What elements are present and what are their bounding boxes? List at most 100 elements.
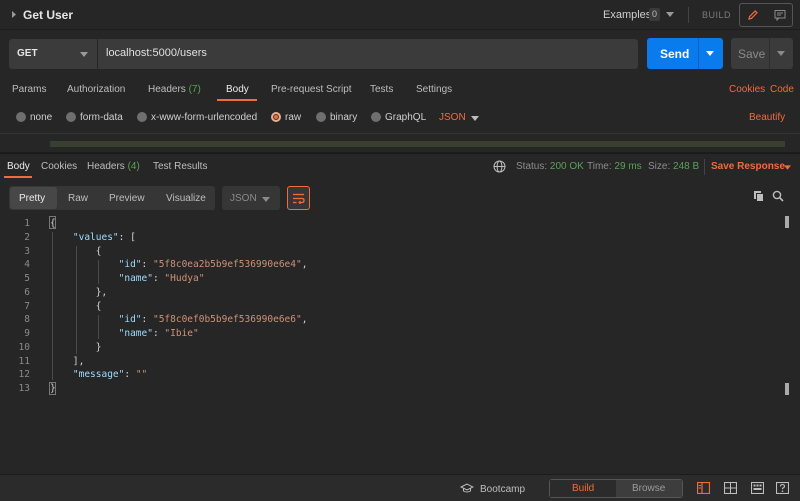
code-line: 9 "name": "Ibie" [0, 327, 790, 341]
json-punctuation [50, 314, 119, 325]
radio-x-www-form-urlencoded-label[interactable]: x-www-form-urlencoded [151, 112, 257, 123]
chevron-down-icon[interactable] [666, 12, 674, 17]
tab-headers[interactable]: Headers (7) [148, 84, 201, 95]
wrap-lines-icon [292, 193, 305, 204]
response-tab-headers-label: Headers [87, 161, 125, 172]
tab-headers-count: (7) [188, 84, 201, 95]
json-punctuation [50, 232, 73, 243]
tab-authorization[interactable]: Authorization [67, 84, 125, 95]
save-response-button[interactable]: Save Response [711, 161, 785, 172]
radio-x-www-form-urlencoded[interactable] [137, 112, 147, 122]
copy-icon[interactable] [753, 190, 765, 203]
divider [704, 159, 705, 175]
keyboard-icon[interactable] [751, 482, 764, 494]
chevron-down-icon [80, 52, 88, 57]
time-label: Time: [587, 161, 612, 172]
radio-graphql-label[interactable]: GraphQL [385, 112, 426, 123]
tab-params[interactable]: Params [12, 84, 46, 95]
response-tab-headers[interactable]: Headers (4) [87, 161, 140, 172]
json-string: "5f8c0ea2b5b9ef536990e6e4" [152, 259, 302, 271]
json-punctuation: : [152, 273, 165, 284]
tab-headers-label: Headers [148, 84, 186, 95]
code-line: 1{ [0, 217, 790, 231]
examples-dropdown[interactable]: Examples [603, 9, 651, 21]
two-pane-layout-icon[interactable] [697, 482, 710, 494]
status-label: Status: [516, 161, 548, 172]
radio-none[interactable] [16, 112, 26, 122]
json-string: "5f8c0ef0b5b9ef536990e6e6" [152, 314, 302, 326]
chevron-down-icon [262, 197, 270, 202]
time-meta: Time: 29 ms [587, 161, 642, 172]
help-icon[interactable] [776, 482, 789, 494]
bootcamp-link[interactable]: Bootcamp [480, 484, 525, 495]
code-line: 4 "id": "5f8c0ea2b5b9ef536990e6e4", [0, 258, 790, 272]
response-tab-cookies[interactable]: Cookies [41, 161, 77, 172]
json-punctuation: , [301, 259, 308, 271]
line-number: 7 [24, 300, 30, 312]
json-punctuation: : [141, 259, 153, 271]
code-text: } [50, 383, 56, 394]
edit-button[interactable] [740, 4, 766, 26]
radio-form-data[interactable] [66, 112, 76, 122]
search-icon[interactable] [772, 190, 784, 202]
url-value: localhost:5000/users [106, 47, 207, 59]
radio-graphql[interactable] [371, 112, 381, 122]
status-value[interactable]: 200 OK [550, 161, 584, 172]
scrollbar-thumb[interactable] [785, 383, 789, 395]
radio-form-data-label[interactable]: form-data [80, 112, 123, 123]
response-tab-body[interactable]: Body [7, 161, 30, 172]
view-raw-button[interactable]: Raw [68, 193, 88, 204]
radio-binary-label[interactable]: binary [330, 112, 357, 123]
collapse-caret-icon[interactable] [11, 10, 17, 19]
radio-raw-label[interactable]: raw [285, 112, 301, 123]
beautify-link[interactable]: Beautify [749, 112, 785, 123]
json-punctuation [50, 369, 73, 380]
tab-settings[interactable]: Settings [416, 84, 452, 95]
tab-tests[interactable]: Tests [370, 84, 393, 95]
radio-raw[interactable] [271, 112, 281, 122]
chevron-down-icon[interactable] [471, 116, 479, 121]
code-line: 5 "name": "Hudya" [0, 272, 790, 286]
request-body-scroll-track[interactable] [50, 141, 785, 147]
comment-icon [774, 9, 786, 21]
tab-pre-request-script[interactable]: Pre-request Script [271, 84, 352, 95]
json-punctuation [50, 273, 119, 284]
view-preview-button[interactable]: Preview [109, 193, 145, 204]
json-punctuation [50, 259, 119, 270]
view-visualize-button[interactable]: Visualize [166, 193, 206, 204]
comments-button[interactable] [767, 4, 792, 26]
code-link[interactable]: Code [770, 84, 794, 95]
chevron-down-icon[interactable] [777, 51, 785, 56]
line-number: 1 [24, 218, 30, 229]
chevron-down-icon[interactable] [784, 165, 791, 170]
globe-icon[interactable] [493, 160, 506, 173]
response-tab-test-results[interactable]: Test Results [153, 161, 207, 172]
json-punctuation: }, [50, 286, 108, 298]
code-line: 7 { [0, 300, 790, 314]
time-value[interactable]: 29 ms [614, 161, 641, 172]
pane-resize-handle[interactable] [0, 152, 800, 154]
line-number: 2 [24, 231, 30, 243]
tab-body[interactable]: Body [226, 84, 249, 95]
graduation-cap-icon[interactable] [460, 483, 474, 494]
code-line: 3 { [0, 245, 790, 259]
radio-binary[interactable] [316, 112, 326, 122]
json-punctuation: : [ [118, 231, 136, 243]
cookies-link[interactable]: Cookies [729, 84, 765, 95]
scrollbar-thumb[interactable] [785, 216, 789, 228]
send-label: Send [660, 47, 690, 61]
split-pane-icon[interactable] [724, 482, 737, 494]
divider [688, 7, 689, 23]
wrap-lines-button[interactable] [287, 186, 310, 210]
view-pretty-button[interactable]: Pretty [19, 193, 45, 204]
json-punctuation [50, 328, 119, 339]
code-line: 13} [0, 382, 790, 396]
chevron-down-icon[interactable] [706, 51, 714, 56]
json-punctuation: { [50, 245, 102, 257]
json-key: "message" [72, 369, 125, 381]
json-punctuation: } [50, 341, 102, 353]
request-title[interactable]: Get User [23, 8, 73, 22]
raw-format-select[interactable]: JSON [439, 112, 466, 123]
radio-none-label[interactable]: none [30, 112, 52, 123]
size-value[interactable]: 248 B [673, 161, 699, 172]
